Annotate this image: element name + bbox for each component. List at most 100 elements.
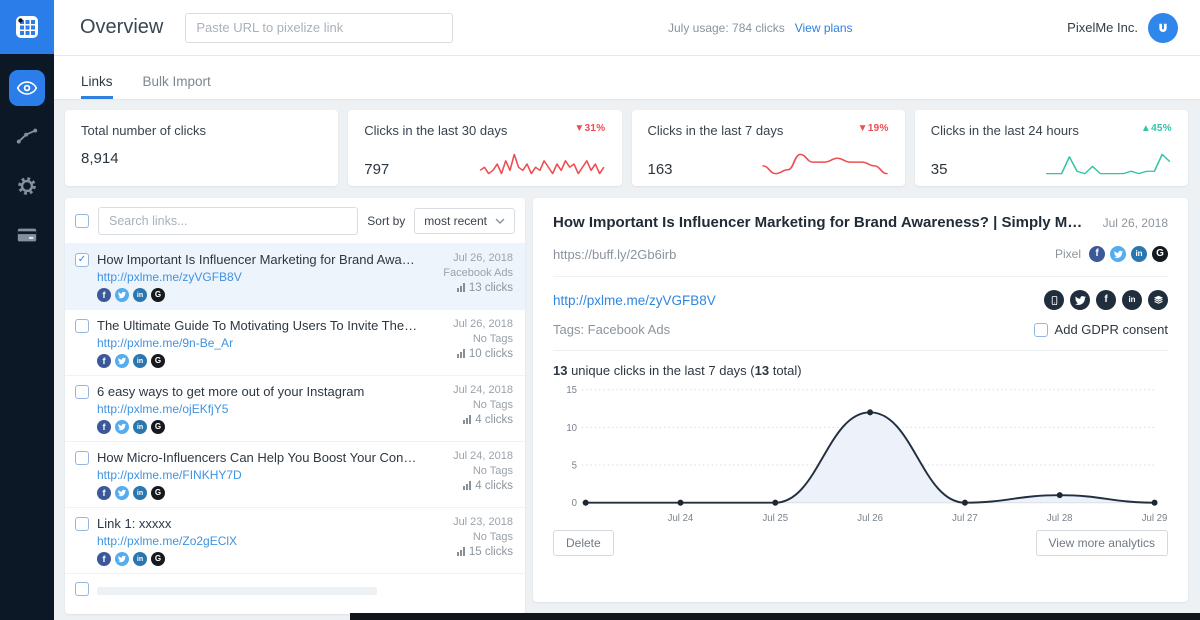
svg-text:Jul 25: Jul 25 xyxy=(762,513,788,524)
sort-select[interactable]: most recent xyxy=(414,208,515,234)
stat-card: Clicks in the last 24 hours ▲45% 35 xyxy=(915,110,1188,186)
pixel-label: Pixel xyxy=(1055,247,1081,261)
twitter-pixel-icon xyxy=(115,288,129,302)
link-title: How Micro-Influencers Can Help You Boost… xyxy=(97,450,418,465)
twitter-pixel-icon xyxy=(115,552,129,566)
clicks-summary: 13 unique clicks in the last 7 days (13 … xyxy=(553,351,1168,380)
sidebar-item-billing[interactable] xyxy=(9,217,45,253)
buffer-share-icon[interactable] xyxy=(1148,290,1168,310)
stat-value: 163 xyxy=(648,161,673,178)
view-more-analytics-button[interactable]: View more analytics xyxy=(1036,530,1169,556)
link-list-item[interactable]: How Important Is Influencer Marketing fo… xyxy=(65,243,525,309)
stat-sparkline xyxy=(1044,150,1172,178)
link-checkbox[interactable] xyxy=(75,451,89,465)
link-pixel-icons: f in G xyxy=(97,288,418,302)
gdpr-checkbox[interactable] xyxy=(1034,323,1048,337)
link-list-item[interactable]: How Micro-Influencers Can Help You Boost… xyxy=(65,441,525,507)
stat-card: Clicks in the last 30 days ▼31% 797 xyxy=(348,110,621,186)
link-date: Jul 24, 2018 xyxy=(453,384,513,396)
sidebar-item-analytics[interactable] xyxy=(9,119,45,155)
link-list-item-partial[interactable] xyxy=(65,573,525,613)
link-list-item[interactable]: Link 1: xxxxx http://pxlme.me/Zo2gEClX f… xyxy=(65,507,525,573)
link-tag: No Tags xyxy=(473,465,513,477)
stat-label: Clicks in the last 24 hours xyxy=(931,123,1079,138)
linkedin-share-icon[interactable]: in xyxy=(1122,290,1142,310)
link-list-item[interactable]: The Ultimate Guide To Motivating Users T… xyxy=(65,309,525,375)
pixelize-url-input[interactable] xyxy=(185,13,453,43)
detail-tags: Tags: Facebook Ads xyxy=(553,322,670,337)
link-short-url[interactable]: http://pxlme.me/9n-Be_Ar xyxy=(97,336,418,350)
detail-short-url[interactable]: http://pxlme.me/zyVGFB8V xyxy=(553,293,716,308)
google-pixel-icon: G xyxy=(151,288,165,302)
page-title: Overview xyxy=(80,16,163,39)
background-window-edge xyxy=(350,613,1200,620)
detail-source-url: https://buff.ly/2Gb6irb xyxy=(553,247,1055,262)
google-pixel-icon: G xyxy=(151,420,165,434)
gdpr-label: Add GDPR consent xyxy=(1055,322,1168,337)
account-avatar[interactable] xyxy=(1148,13,1178,43)
mobile-share-icon[interactable] xyxy=(1044,290,1064,310)
share-icons: f in xyxy=(1044,290,1168,310)
stat-label: Total number of clicks xyxy=(81,123,206,138)
trend-chart-icon xyxy=(16,126,38,148)
linkedin-pixel-icon: in xyxy=(1131,246,1147,262)
twitter-share-icon[interactable] xyxy=(1070,290,1090,310)
link-checkbox[interactable] xyxy=(75,319,89,333)
link-short-url[interactable]: http://pxlme.me/ojEKfjY5 xyxy=(97,402,418,416)
view-plans-link[interactable]: View plans xyxy=(795,21,853,35)
apps-grid-icon xyxy=(13,13,41,41)
delete-button[interactable]: Delete xyxy=(553,530,614,556)
link-checkbox[interactable] xyxy=(75,253,89,267)
pixelme-logo-icon xyxy=(1154,19,1172,37)
twitter-pixel-icon xyxy=(115,420,129,434)
twitter-pixel-icon xyxy=(1110,246,1126,262)
link-checkbox[interactable] xyxy=(75,517,89,531)
sidebar-nav xyxy=(9,54,45,253)
select-all-checkbox[interactable] xyxy=(75,214,89,228)
facebook-pixel-icon: f xyxy=(97,486,111,500)
link-list: How Important Is Influencer Marketing fo… xyxy=(65,243,525,573)
pixelme-dashboard: Overview July usage: 784 clicks View pla… xyxy=(0,0,1200,620)
link-short-url[interactable]: http://pxlme.me/FINKHY7D xyxy=(97,468,418,482)
link-short-url[interactable]: http://pxlme.me/zyVGFB8V xyxy=(97,270,418,284)
linkedin-pixel-icon: in xyxy=(133,288,147,302)
facebook-pixel-icon: f xyxy=(97,420,111,434)
stat-sparkline xyxy=(478,150,606,178)
google-pixel-icon: G xyxy=(151,552,165,566)
stat-value: 797 xyxy=(364,161,389,178)
clicks-bars-icon xyxy=(457,283,465,294)
svg-text:15: 15 xyxy=(566,385,577,396)
twitter-pixel-icon xyxy=(115,354,129,368)
tab-links[interactable]: Links xyxy=(81,74,113,99)
list-toolbar: Sort by most recent xyxy=(65,198,525,243)
link-title: The Ultimate Guide To Motivating Users T… xyxy=(97,318,418,333)
app-launcher-button[interactable] xyxy=(0,0,54,54)
search-input[interactable] xyxy=(98,207,358,235)
link-checkbox[interactable] xyxy=(75,385,89,399)
panels: Sort by most recent How Important Is Inf… xyxy=(65,198,1188,614)
sidebar-item-overview[interactable] xyxy=(9,70,45,106)
svg-text:10: 10 xyxy=(566,423,577,434)
stat-label: Clicks in the last 7 days xyxy=(648,123,784,138)
tab-bulk-import[interactable]: Bulk Import xyxy=(143,74,211,99)
clicks-chart: 051015Jul 24Jul 25Jul 26Jul 27Jul 28Jul … xyxy=(553,380,1168,528)
link-checkbox[interactable] xyxy=(75,582,89,596)
stat-value: 8,914 xyxy=(81,150,119,167)
facebook-pixel-icon: f xyxy=(97,288,111,302)
sidebar-item-settings[interactable] xyxy=(9,168,45,204)
link-date: Jul 26, 2018 xyxy=(453,252,513,264)
linkedin-pixel-icon: in xyxy=(133,552,147,566)
clicks-bars-icon xyxy=(463,481,471,492)
facebook-share-icon[interactable]: f xyxy=(1096,290,1116,310)
svg-text:Jul 29: Jul 29 xyxy=(1142,513,1168,524)
link-short-url[interactable]: http://pxlme.me/Zo2gEClX xyxy=(97,534,418,548)
link-clicks: 10 clicks xyxy=(469,348,513,360)
sidebar xyxy=(0,0,54,620)
link-tag: Facebook Ads xyxy=(443,267,513,279)
tabbar: Links Bulk Import xyxy=(54,56,1200,100)
content: Total number of clicks 8,914 Clicks in t… xyxy=(54,100,1200,620)
link-list-item[interactable]: 6 easy ways to get more out of your Inst… xyxy=(65,375,525,441)
link-tag: No Tags xyxy=(473,399,513,411)
usage-group: July usage: 784 clicks View plans xyxy=(668,21,853,35)
chevron-down-icon xyxy=(495,218,505,224)
